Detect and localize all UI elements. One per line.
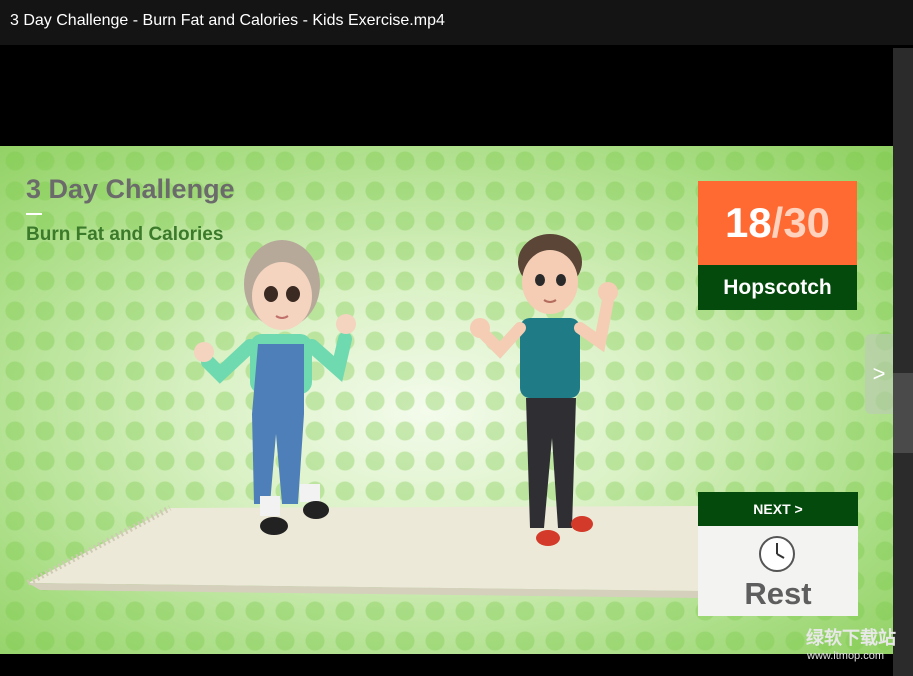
video-frame[interactable]: 3 Day Challenge Burn Fat and Calories 18… [0, 146, 893, 654]
girl-character [194, 240, 356, 535]
next-exercise-card: Rest [698, 526, 858, 616]
next-exercise-name: Rest [744, 576, 812, 611]
next-label: NEXT > [698, 492, 858, 526]
scrollbar-thumb[interactable] [893, 373, 913, 453]
counter-total: /30 [771, 199, 831, 246]
scrollbar[interactable] [893, 48, 913, 676]
window-title: 3 Day Challenge - Burn Fat and Calories … [10, 12, 445, 29]
watermark-url: www.ltmop.com [807, 650, 885, 662]
video-title: 3 Day Challenge [26, 174, 235, 204]
title-underline [26, 213, 42, 215]
boy-character [470, 234, 618, 546]
title-bar: 3 Day Challenge - Burn Fat and Calories … [0, 0, 913, 45]
chevron-right-icon: > [872, 361, 886, 386]
exercise-counter: 18/30 [698, 181, 857, 265]
clock-icon [759, 536, 795, 572]
watermark-text: 绿软下载站 [806, 628, 896, 648]
next-arrow-button[interactable]: > [865, 334, 893, 414]
current-exercise-label: Hopscotch [698, 265, 857, 310]
counter-current: 18 [724, 199, 772, 246]
